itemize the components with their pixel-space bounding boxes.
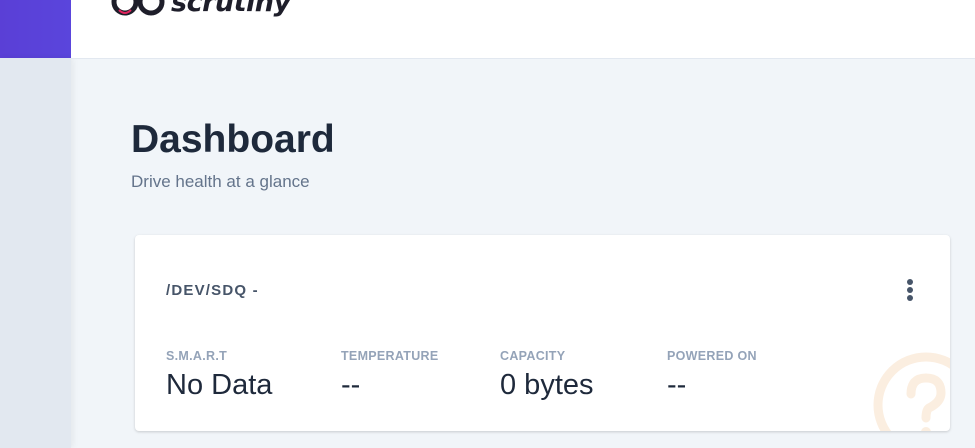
logo[interactable]: scrutiny xyxy=(111,0,291,22)
app-root: scrutiny Dashboard Drive health at a gla… xyxy=(0,0,975,448)
sidebar-header xyxy=(0,0,71,58)
capacity-label: CAPACITY xyxy=(500,349,566,363)
temperature-label: TEMPERATURE xyxy=(341,349,439,363)
smart-status-value: No Data xyxy=(166,369,273,401)
main-content: Dashboard Drive health at a glance /DEV/… xyxy=(71,58,975,448)
powered-on-label: POWERED ON xyxy=(667,349,757,363)
page-subtitle: Drive health at a glance xyxy=(131,172,310,191)
top-header: scrutiny xyxy=(71,0,975,59)
sidebar xyxy=(0,58,71,448)
powered-on-value: -- xyxy=(667,369,687,401)
smart-status-label: S.M.A.R.T xyxy=(166,349,228,363)
capacity-value: 0 bytes xyxy=(500,369,594,401)
device-name[interactable]: /DEV/SDQ - xyxy=(166,282,259,299)
logo-text: scrutiny xyxy=(171,0,291,18)
device-card[interactable]: /DEV/SDQ - S.M.A.R.T No Data TEMPERATURE… xyxy=(135,235,950,431)
more-vertical-icon[interactable] xyxy=(899,277,921,303)
logo-icon xyxy=(111,0,165,16)
temperature-value: -- xyxy=(341,369,361,401)
page-title: Dashboard xyxy=(131,118,335,161)
help-circle-icon xyxy=(873,352,950,431)
